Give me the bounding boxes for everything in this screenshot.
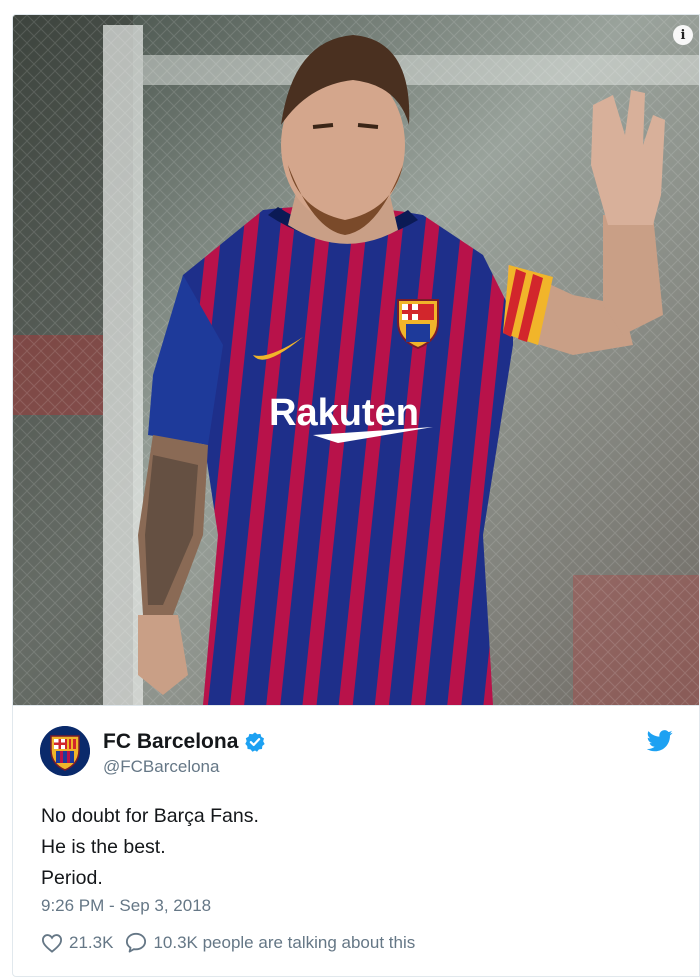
like-count: 21.3K: [69, 932, 114, 952]
reply-conversation-button[interactable]: 10.3K people are talking about this: [125, 932, 415, 953]
tweet-body: FC Barcelona @FCBarcelona No doubt for B…: [13, 705, 699, 976]
like-button[interactable]: 21.3K: [41, 933, 113, 953]
tweet-text-line: No doubt for Barça Fans.: [41, 805, 259, 827]
speech-bubble-icon: [126, 932, 147, 953]
tweet-text-line: Period.: [41, 867, 103, 889]
fc-barcelona-avatar[interactable]: [40, 726, 90, 776]
jersey-sponsor-text: Rakuten: [269, 392, 419, 434]
tweet-timestamp[interactable]: 9:26 PM - Sep 3, 2018: [41, 896, 211, 916]
embedded-tweet-card: Rakuten i FC Barcelona @FCBarcelona No d…: [12, 14, 700, 977]
info-icon[interactable]: i: [673, 25, 693, 45]
verified-badge-icon: [245, 732, 265, 752]
heart-icon: [41, 933, 63, 953]
conversation-text: 10.3K people are talking about this: [153, 932, 416, 952]
tweet-text: No doubt for Barça Fans. He is the best.…: [41, 801, 259, 894]
tweet-photo[interactable]: Rakuten i: [13, 15, 699, 705]
tweet-text-line: He is the best.: [41, 836, 166, 858]
twitter-bird-icon[interactable]: [647, 730, 673, 752]
tweet-actions: 21.3K 10.3K people are talking about thi…: [41, 932, 415, 953]
author-display-name[interactable]: FC Barcelona: [103, 730, 238, 754]
author-handle[interactable]: @FCBarcelona: [103, 757, 219, 777]
author-name-row[interactable]: FC Barcelona: [103, 730, 266, 754]
